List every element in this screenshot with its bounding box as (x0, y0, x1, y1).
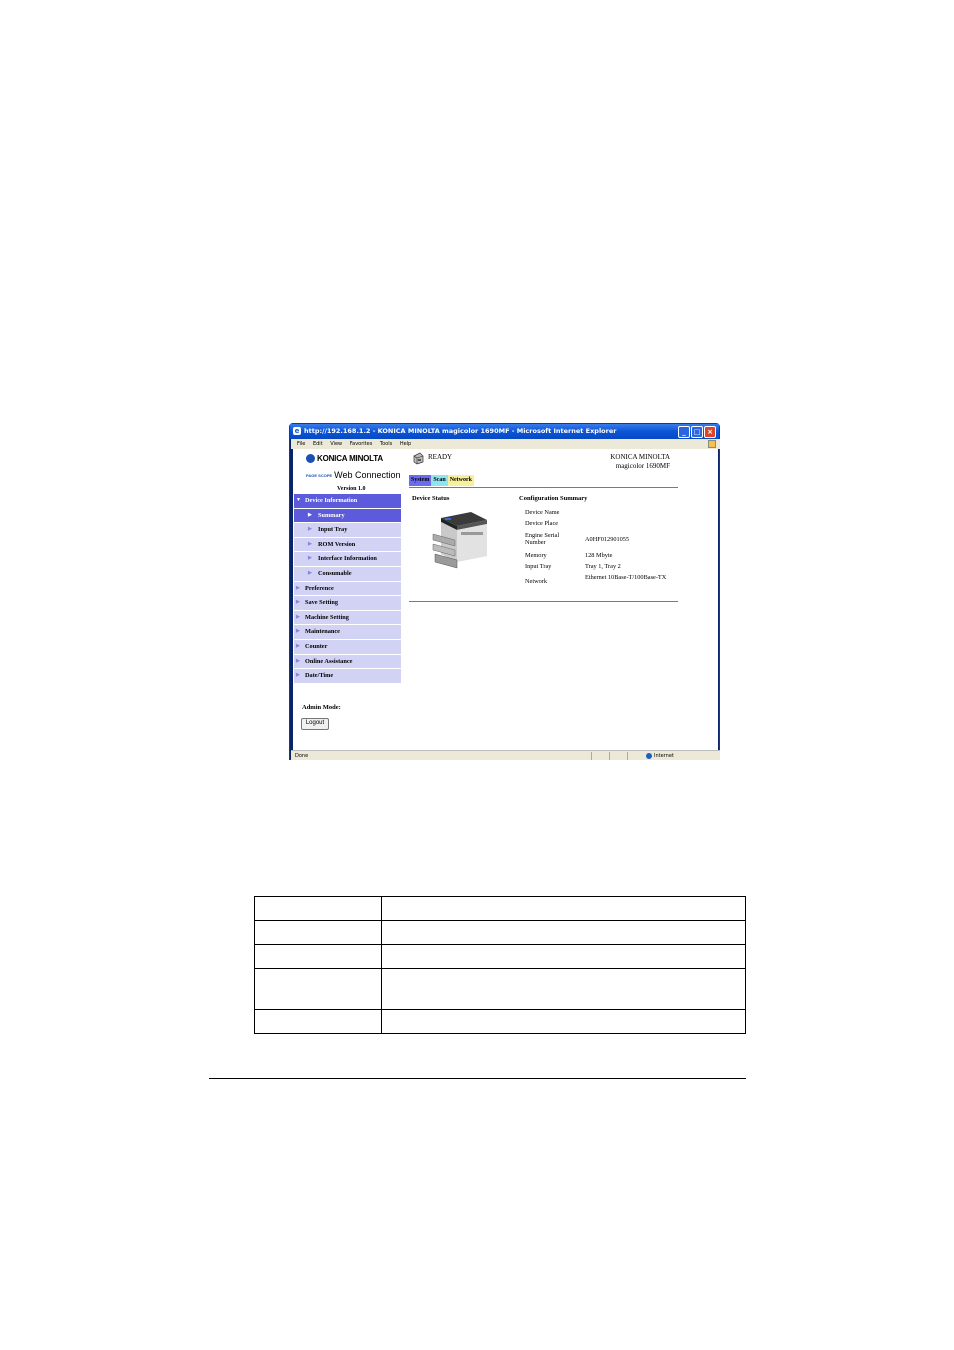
nav-machine-setting[interactable]: ▶ Machine Setting (294, 610, 401, 625)
config-row: Input Tray Tray 1, Tray 2 (525, 563, 695, 574)
tab-divider (409, 487, 678, 488)
pagescope-logo: PAGE SCOPE (306, 472, 333, 478)
close-icon[interactable]: × (704, 426, 716, 438)
config-value: Ethernet 10Base-T/100Base-TX (585, 574, 667, 581)
browser-content: KONICA MINOLTA PAGE SCOPE Web Connection … (293, 449, 718, 750)
config-summary-title: Configuration Summary (519, 495, 588, 502)
device-status-title: Device Status (412, 495, 450, 502)
nav-device-information[interactable]: ▼ Device Information (294, 494, 401, 508)
triangle-icon: ▶ (296, 658, 300, 664)
admin-mode-label: Admin Mode: (302, 704, 341, 711)
menu-edit[interactable]: Edit (313, 441, 323, 447)
triangle-icon: ▶ (296, 600, 300, 606)
triangle-icon: ▼ (296, 498, 301, 503)
config-row: Engine Serial Number A0HF012901055 (525, 532, 695, 552)
menu-bar: File Edit View Favorites Tools Help (291, 439, 720, 449)
triangle-icon: ▶ (308, 512, 312, 518)
triangle-icon: ▶ (296, 629, 300, 635)
tab-system[interactable]: System (409, 475, 432, 486)
logout-button[interactable]: Logout (301, 718, 329, 730)
tab-bar: System Scan Network (409, 475, 475, 486)
config-value: Tray 1, Tray 2 (585, 563, 621, 570)
ie-icon: e (293, 427, 301, 435)
status-separator (591, 752, 592, 760)
nav-save-setting[interactable]: ▶ Save Setting (294, 596, 401, 610)
status-zone: Internet (646, 751, 674, 761)
config-row: Device Name (525, 509, 695, 520)
nav-rom-version[interactable]: ▶ ROM Version (294, 537, 401, 552)
config-label: Network (525, 578, 548, 585)
model-name: magicolor 1690MF (615, 462, 670, 470)
printer-image (432, 512, 487, 569)
config-label: Input Tray (525, 563, 552, 570)
nav-preference[interactable]: ▶ Preference (294, 581, 401, 596)
config-label: Device Place (525, 520, 559, 527)
triangle-icon: ▶ (308, 527, 312, 533)
globe-logo-icon (306, 454, 315, 464)
table-row (254, 944, 746, 969)
table-row (254, 1009, 746, 1034)
web-connection-logo: PAGE SCOPE Web Connection (306, 470, 401, 480)
config-summary: Device Name Device Place Engine Serial N… (525, 509, 695, 592)
window-title: http://192.168.1.2 - KONICA MINOLTA magi… (304, 427, 617, 435)
triangle-icon: ▶ (296, 614, 300, 620)
triangle-icon: ▶ (308, 556, 312, 562)
maximize-icon[interactable]: □ (691, 426, 703, 438)
config-value: 128 Mbyte (585, 552, 613, 559)
tab-scan[interactable]: Scan (431, 475, 448, 486)
nav-summary[interactable]: ▶ Summary (294, 508, 401, 523)
status-done: Done (295, 753, 309, 759)
content-divider (409, 601, 678, 602)
device-model: KONICA MINOLTA magicolor 1690MF (610, 453, 670, 471)
config-row: Network Ethernet 10Base-T/100Base-TX (525, 574, 695, 592)
version-label: Version 1.0 (337, 486, 366, 492)
nav-date-time[interactable]: ▶ Date/Time (294, 669, 401, 683)
config-label: Memory (525, 552, 547, 559)
nav-counter[interactable]: ▶ Counter (294, 639, 401, 654)
table-row (254, 920, 746, 945)
table-row (254, 896, 746, 921)
minimize-icon[interactable]: _ (678, 426, 690, 438)
triangle-icon: ▶ (296, 673, 300, 679)
nav-input-tray[interactable]: ▶ Input Tray (294, 523, 401, 537)
nav-maintenance[interactable]: ▶ Maintenance (294, 625, 401, 639)
footer-rule (209, 1078, 746, 1079)
triangle-icon: ▶ (296, 643, 300, 649)
config-label: Engine Serial Number (525, 532, 560, 546)
nav-online-assistance[interactable]: ▶ Online Assistance (294, 654, 401, 669)
nav-consumable[interactable]: ▶ Consumable (294, 566, 401, 581)
status-bar: Done Internet (291, 750, 720, 760)
menu-favorites[interactable]: Favorites (350, 441, 373, 447)
menu-help[interactable]: Help (400, 441, 411, 447)
device-status-text: READY (428, 453, 453, 461)
menu-file[interactable]: File (297, 441, 305, 447)
status-separator (609, 752, 610, 760)
triangle-icon: ▶ (296, 585, 300, 591)
triangle-icon: ▶ (308, 541, 312, 547)
tab-network[interactable]: Network (447, 475, 475, 486)
table-row (254, 968, 746, 1010)
brand-name: KONICA MINOLTA (610, 453, 670, 461)
window-title-bar: e http://192.168.1.2 - KONICA MINOLTA mag… (290, 424, 719, 439)
menu-view[interactable]: View (330, 441, 342, 447)
config-value: A0HF012901055 (585, 536, 630, 543)
nav-interface-information[interactable]: ▶ Interface Information (294, 552, 401, 566)
status-separator (627, 752, 628, 760)
windows-flag-icon (708, 440, 716, 448)
config-row: Memory 128 Mbyte (525, 552, 695, 563)
config-label: Device Name (525, 509, 560, 516)
printer-status-icon (413, 452, 424, 465)
document-table (254, 896, 746, 1034)
konica-minolta-logo: KONICA MINOLTA (306, 454, 383, 464)
sidebar-nav: ▼ Device Information ▶ Summary ▶ Input Tray… (294, 494, 401, 684)
triangle-icon: ▶ (308, 570, 312, 576)
browser-window: e http://192.168.1.2 - KONICA MINOLTA mag… (289, 423, 720, 760)
menu-tools[interactable]: Tools (380, 441, 392, 447)
internet-globe-icon (646, 752, 652, 759)
config-row: Device Place (525, 520, 695, 532)
